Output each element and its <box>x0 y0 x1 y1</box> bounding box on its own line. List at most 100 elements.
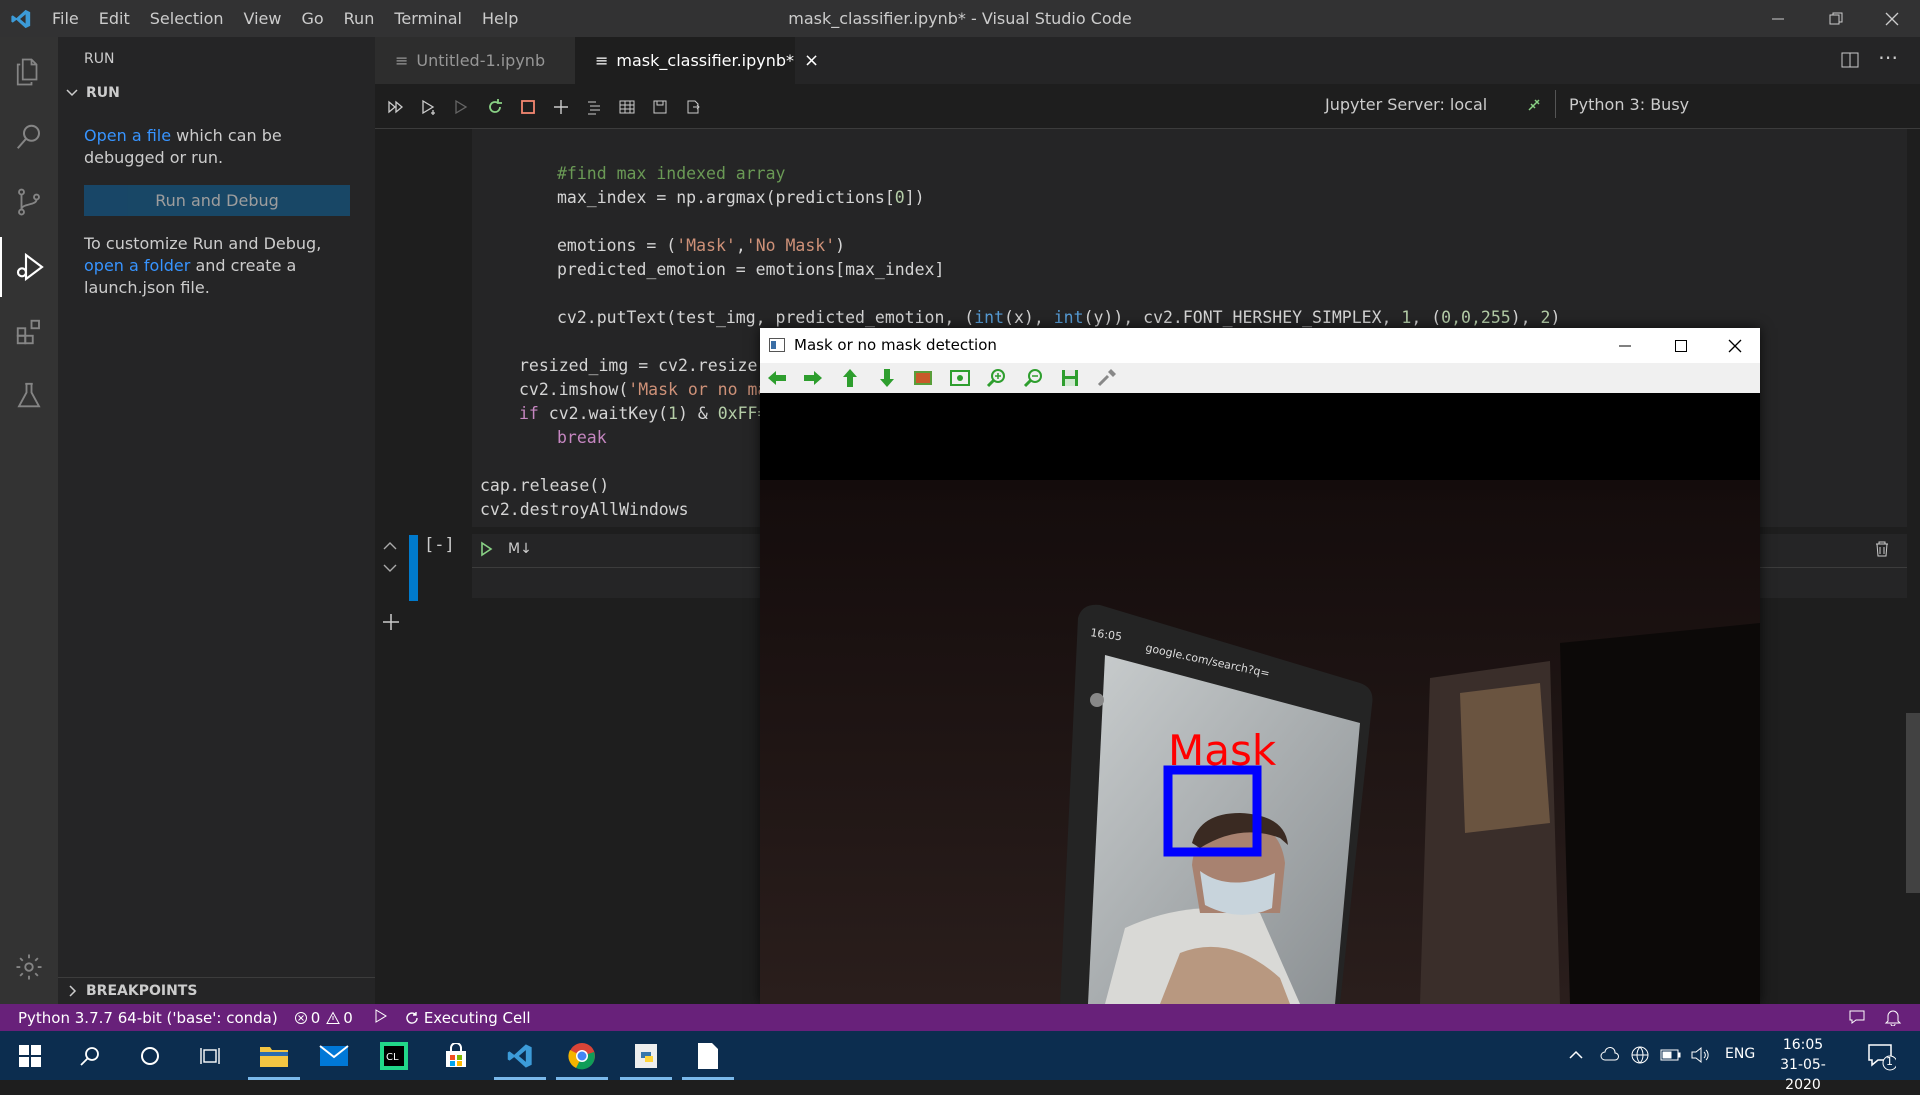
cv-minimize-button[interactable] <box>1600 328 1650 363</box>
pan-down-icon[interactable] <box>876 368 898 388</box>
notifications-bell-icon[interactable] <box>1884 1008 1902 1030</box>
restart-kernel-icon[interactable] <box>481 93 509 121</box>
battery-icon[interactable] <box>1660 1047 1682 1067</box>
editor-scrollbar[interactable] <box>1906 713 1920 893</box>
python-interpreter[interactable]: Python 3.7.7 64-bit ('base': conda) <box>18 1009 278 1027</box>
delete-cell-icon[interactable] <box>1874 540 1890 562</box>
settings-gear-icon[interactable] <box>0 937 58 997</box>
tab-untitled[interactable]: ≡ Untitled-1.ipynb <box>375 37 575 84</box>
breakpoints-section[interactable]: BREAKPOINTS <box>58 977 375 1004</box>
svg-text:CL: CL <box>386 1052 399 1063</box>
export-icon[interactable] <box>679 93 707 121</box>
run-all-cells-icon[interactable] <box>382 93 410 121</box>
explorer-icon[interactable] <box>0 42 58 102</box>
menu-view[interactable]: View <box>234 0 292 37</box>
show-hidden-icons[interactable] <box>1568 1047 1584 1067</box>
pan-right-icon[interactable] <box>802 368 824 388</box>
code-line: break <box>557 428 607 447</box>
variables-grid-icon[interactable] <box>613 93 641 121</box>
cv-close-button[interactable] <box>1710 328 1760 363</box>
network-globe-icon[interactable] <box>1630 1045 1650 1069</box>
jupyter-server-status[interactable]: Jupyter Server: local <box>1325 95 1487 114</box>
run-below-icon[interactable] <box>448 93 476 121</box>
cv-maximize-button[interactable] <box>1656 328 1706 363</box>
add-cell-plus-icon[interactable] <box>382 613 400 635</box>
zoom-fit-icon[interactable] <box>949 368 971 388</box>
taskbar-search-icon[interactable] <box>60 1031 120 1080</box>
clock[interactable]: 16:05 31-05-2020 <box>1763 1035 1843 1095</box>
properties-icon[interactable] <box>1096 368 1118 388</box>
toolbar-divider <box>1555 90 1556 118</box>
blank-document-icon[interactable] <box>678 1031 738 1080</box>
run-cell-icon[interactable] <box>478 541 494 561</box>
code-line: emotions = ('Mask','No Mask') <box>557 236 846 255</box>
close-tab-icon[interactable]: × <box>804 50 819 71</box>
run-section-label: RUN <box>86 85 120 101</box>
pan-left-icon[interactable] <box>766 368 788 388</box>
cell-type-markdown[interactable]: M↓ <box>508 541 532 557</box>
search-icon[interactable] <box>0 107 58 167</box>
notebook-toolbar: Jupyter Server: local Python 3: Busy <box>375 84 1920 129</box>
run-and-debug-button[interactable]: Run and Debug <box>84 185 350 216</box>
run-debug-status-icon[interactable] <box>375 1008 387 1027</box>
minimize-button[interactable] <box>1750 0 1806 37</box>
tab-bar: ≡ Untitled-1.ipynb ≡ mask_classifier.ipy… <box>375 37 1920 84</box>
menu-selection[interactable]: Selection <box>140 0 234 37</box>
menu-file[interactable]: File <box>42 0 89 37</box>
save-icon[interactable] <box>646 93 674 121</box>
volume-icon[interactable] <box>1690 1045 1710 1069</box>
tab-untitled-label: Untitled-1.ipynb <box>416 51 546 70</box>
mail-icon[interactable] <box>304 1031 364 1080</box>
action-center-icon[interactable]: 1 <box>1866 1041 1898 1075</box>
feedback-icon[interactable] <box>1848 1009 1866 1029</box>
run-debug-icon[interactable] <box>0 237 58 297</box>
start-windows-icon[interactable] <box>0 1031 60 1080</box>
executing-label: Executing Cell <box>423 1008 531 1027</box>
menu-edit[interactable]: Edit <box>89 0 140 37</box>
clion-icon[interactable]: CL <box>364 1031 424 1080</box>
menu-go[interactable]: Go <box>291 0 333 37</box>
kernel-status[interactable]: Python 3: Busy <box>1569 95 1689 114</box>
menu-terminal[interactable]: Terminal <box>384 0 472 37</box>
add-cell-icon[interactable] <box>547 93 575 121</box>
chevron-right-icon <box>69 985 77 997</box>
zoom-out-icon[interactable] <box>1023 368 1045 388</box>
clear-outputs-icon[interactable] <box>580 93 608 121</box>
run-section-header[interactable]: RUN <box>64 85 120 101</box>
windows-taskbar: CL ENG 16:05 31-05-2020 1 <box>0 1031 1920 1093</box>
menu-run[interactable]: Run <box>334 0 385 37</box>
zoom-in-icon[interactable] <box>986 368 1008 388</box>
move-cell-up-icon[interactable] <box>382 538 398 557</box>
tab-mask-classifier[interactable]: ≡ mask_classifier.ipynb* × <box>575 37 819 84</box>
source-control-icon[interactable] <box>0 172 58 232</box>
problems-indicator[interactable]: 0 0 <box>294 1009 353 1027</box>
language-indicator[interactable]: ENG <box>1725 1046 1755 1062</box>
cortana-icon[interactable] <box>120 1031 180 1080</box>
interrupt-kernel-icon[interactable] <box>514 93 542 121</box>
menu-help[interactable]: Help <box>472 0 528 37</box>
restore-button[interactable] <box>1808 0 1864 37</box>
close-window-button[interactable] <box>1864 0 1920 37</box>
save-image-icon[interactable] <box>1059 368 1081 388</box>
run-above-icon[interactable] <box>415 93 443 121</box>
split-editor-icon[interactable] <box>1840 50 1860 74</box>
open-file-text: Open a file which can be debugged or run… <box>84 125 364 169</box>
window-app-icon <box>769 338 785 352</box>
move-cell-down-icon[interactable] <box>382 560 398 579</box>
store-icon[interactable] <box>426 1031 486 1080</box>
chrome-icon[interactable] <box>552 1031 612 1080</box>
zoom-original-icon[interactable] <box>912 368 934 388</box>
pan-up-icon[interactable] <box>839 368 861 388</box>
cloud-sync-icon[interactable] <box>1600 1045 1620 1069</box>
testing-flask-icon[interactable] <box>0 365 58 425</box>
task-view-icon[interactable] <box>180 1031 240 1080</box>
vscode-taskbar-icon[interactable] <box>490 1031 550 1080</box>
open-file-link[interactable]: Open a file <box>84 126 171 145</box>
more-actions-icon[interactable]: ⋯ <box>1878 45 1898 69</box>
extensions-icon[interactable] <box>0 302 58 362</box>
execution-count: [-] <box>424 535 455 555</box>
vscode-logo-icon <box>0 0 42 37</box>
file-explorer-icon[interactable] <box>244 1031 304 1080</box>
python-taskbar-icon[interactable] <box>616 1031 676 1080</box>
open-folder-link[interactable]: open a folder <box>84 256 190 275</box>
